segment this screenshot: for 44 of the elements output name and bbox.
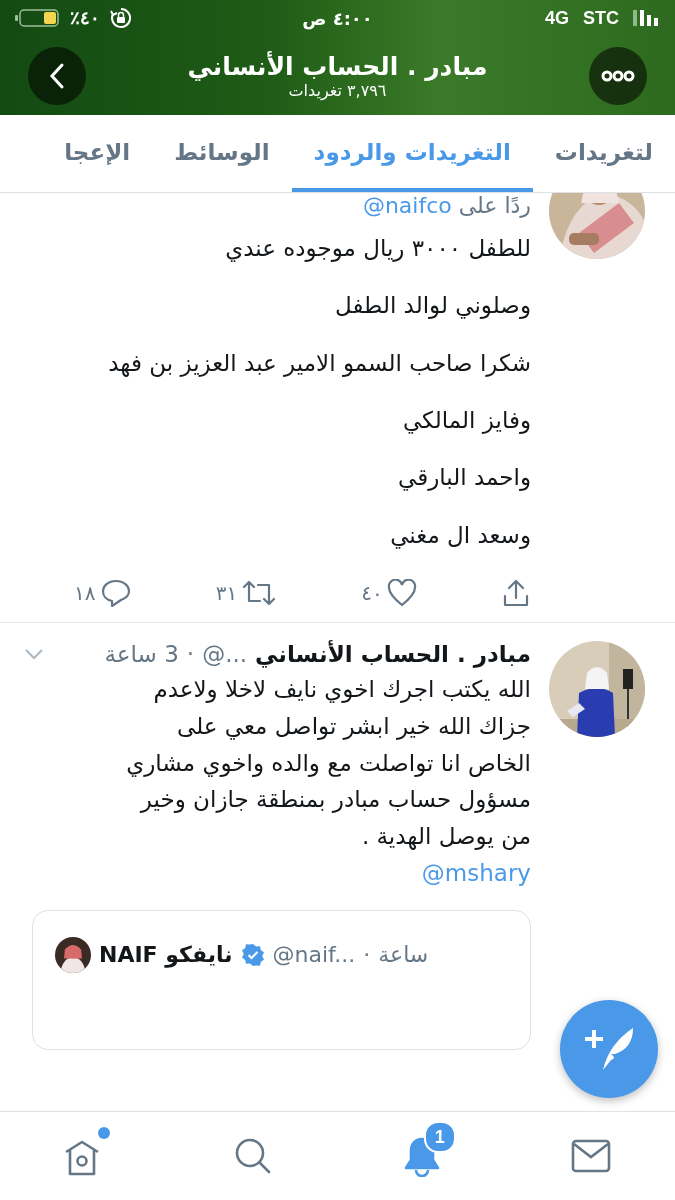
tweet-paragraph: للطفل ٣٠٠٠ ريال موجوده عندي (224, 234, 531, 264)
separator-dot: · (186, 641, 195, 668)
share-button[interactable] (501, 578, 531, 609)
author-name: مبادر . الحساب الأنساني (255, 641, 531, 668)
tweet-paragraph: وسعد ال مغني (389, 520, 531, 551)
tweet-paragraph: وصلوني لوالد الطفل (334, 291, 531, 321)
chevron-left-icon (49, 61, 65, 90)
carrier-name: STC (583, 7, 619, 29)
tweet-paragraph: وفايز المالكي (401, 406, 531, 436)
notification-count: 1 (423, 1121, 456, 1153)
tweet-paragraph: شكرا صاحب السمو الامير عبد العزيز بن فهد (107, 348, 531, 379)
compose-tweet-button[interactable] (560, 1000, 658, 1098)
signal-icon (633, 8, 661, 28)
reply-button[interactable]: ١٨ (74, 578, 132, 609)
tweet-count: ٣,٧٩٦ تغريدات (288, 81, 387, 100)
share-icon (501, 578, 531, 609)
heart-icon (386, 579, 417, 608)
network-type: 4G (545, 7, 569, 29)
retweet-icon (241, 579, 278, 608)
tweet-paragraph: واحمد البارقي (397, 463, 531, 493)
mention-link[interactable]: @naifco (362, 193, 452, 218)
tweet-text: الله يكتب اجرك اخوي نايف لاخلا ولاعدم جزاك الله خير ابشر تواصل معي على الخاص انا تواصلت مع والده واخوي مشاري مسؤول حساب مبادر بمنطقة جازان وخير من يوصل الهدية . (125, 675, 531, 852)
separator-dot: · (363, 942, 371, 968)
author-handle: @... (202, 641, 248, 668)
retweet-button[interactable]: ٣١ (215, 579, 278, 608)
rotation-lock-icon (110, 7, 132, 29)
mention-link[interactable]: @mshary (421, 860, 531, 887)
profile-tab[interactable]: الإعجا (42, 115, 153, 192)
battery-percent: ٪٤٠ (70, 7, 100, 29)
status-time: ٤:٠٠ ص (302, 7, 373, 29)
profile-name: مبادر . الحساب الأنساني (187, 51, 488, 82)
quoted-tweet-time: ساعة (378, 942, 429, 968)
like-button[interactable]: ٤٠ (361, 579, 417, 608)
speech-bubble-icon (99, 578, 132, 609)
profile-tab[interactable]: التغريدات والردود (291, 115, 533, 192)
tweet-time: 3 ساعة (104, 641, 179, 668)
battery-icon (14, 8, 60, 28)
profile-tab[interactable]: الوسائط (152, 115, 292, 192)
envelope-icon (570, 1139, 611, 1173)
profile-tab[interactable]: لتغريدات (532, 115, 675, 192)
quoted-author-name: نايفكو NAIF (99, 942, 233, 968)
notifications-tab[interactable]: 1 (381, 1121, 462, 1191)
quoted-author-handle: @naif... (272, 942, 356, 968)
more-icon (601, 69, 635, 82)
